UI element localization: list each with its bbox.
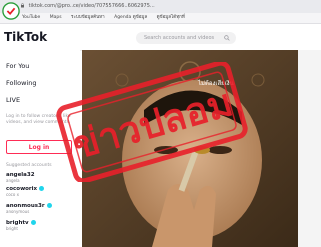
tiktok-logo[interactable]: TikTok: [4, 30, 47, 44]
suggested-account[interactable]: brightv bright: [6, 220, 76, 231]
lock-icon: [21, 3, 24, 8]
search-input[interactable]: Search accounts and videos: [136, 32, 236, 44]
action-bar: [298, 50, 321, 247]
account-sub: bright: [6, 226, 18, 231]
bookmark-item[interactable]: YouTube: [22, 15, 40, 20]
stamp-text: ข่าวปลอม: [68, 80, 238, 167]
browser-address-bar: tiktok.com/@pro..ce/video/707557666..606…: [0, 0, 321, 14]
verified-icon: [39, 186, 45, 191]
nav-for-you[interactable]: For You: [6, 62, 29, 70]
bookmark-item[interactable]: ระบบข้อมูลค้นหา: [71, 15, 105, 20]
bookmark-item[interactable]: Maps: [50, 15, 62, 20]
account-sub: coco x: [6, 192, 19, 197]
bookmark-item[interactable]: ดูข้อมูลได้ทุกที่: [157, 15, 185, 20]
nav-live[interactable]: LIVE: [6, 96, 20, 104]
verified-icon: [46, 203, 52, 208]
bookmarks-bar: YouTube Maps ระบบข้อมูลค้นหา Agenda ดูข้…: [0, 13, 321, 24]
suggested-account[interactable]: cocoworix coco x: [6, 186, 76, 197]
suggested-account[interactable]: anonmous3r anonymous: [6, 203, 76, 214]
fact-check-logo-icon: [2, 2, 20, 20]
verified-icon: [30, 220, 36, 225]
search-icon[interactable]: [224, 35, 230, 41]
url-field[interactable]: tiktok.com/@pro..ce/video/707557666..606…: [20, 2, 319, 11]
account-sub: anonymous: [6, 209, 30, 214]
nav-following[interactable]: Following: [6, 79, 36, 87]
url-text: tiktok.com/@pro..ce/video/707557666..606…: [28, 3, 155, 9]
bookmark-item[interactable]: Agenda ดูข้อมูล: [114, 15, 147, 20]
fake-news-stamp: ข่าวปลอม: [56, 62, 248, 182]
suggested-accounts-title: Suggested accounts: [6, 163, 52, 168]
